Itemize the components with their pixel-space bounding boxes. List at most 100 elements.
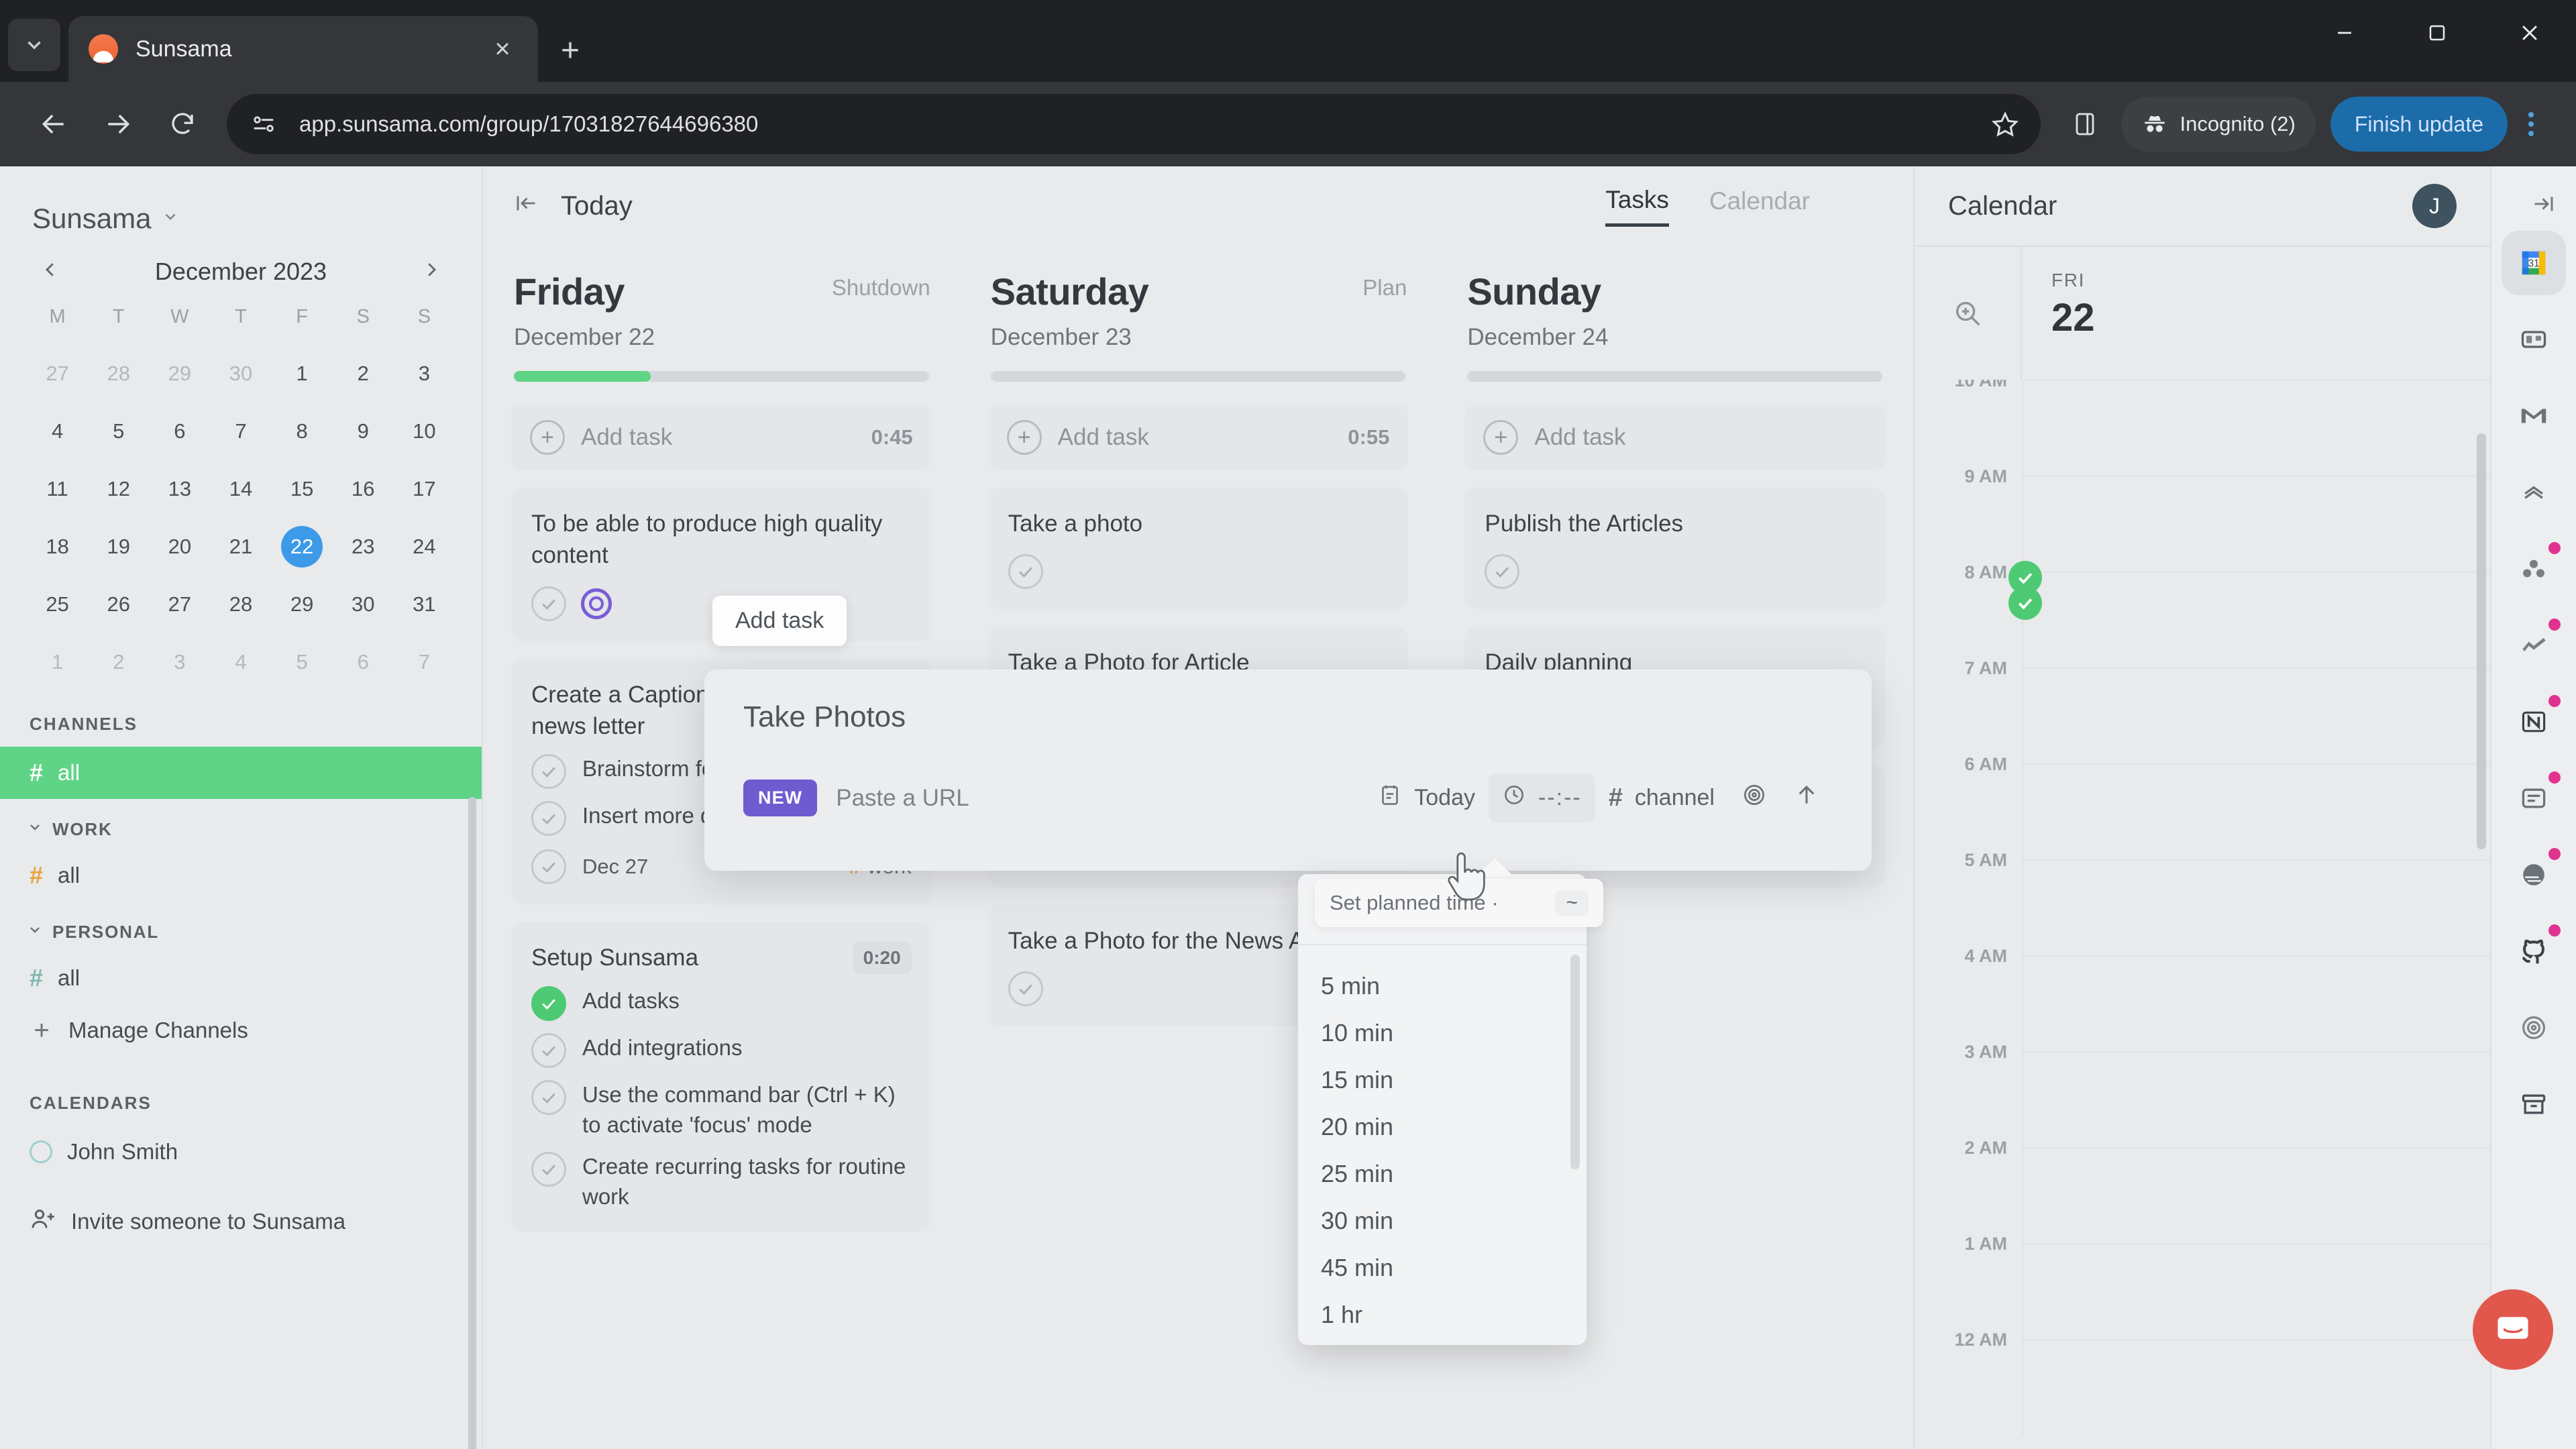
collapse-left-icon[interactable] [514, 191, 538, 221]
planned-time-option[interactable]: 30 min [1298, 1197, 1587, 1244]
popover-scrollbar[interactable] [1570, 955, 1580, 1169]
day-action-button[interactable]: Plan [1362, 246, 1407, 301]
mini-calendar-day[interactable]: 20 [149, 518, 210, 576]
maximize-icon[interactable] [2391, 0, 2483, 66]
task-card[interactable]: Setup Sunsama 0:20 Add tasks Add integratio… [511, 922, 932, 1232]
calendar-hour-row[interactable]: 7 AM [1915, 658, 2490, 763]
day-action-button[interactable]: Shutdown [832, 246, 930, 301]
planned-time-popover[interactable]: --:-- 5 min10 min15 min20 min25 min30 mi… [1298, 874, 1587, 1345]
calendar-hour-slot[interactable] [2022, 1243, 2490, 1339]
planned-time-option[interactable]: 15 min [1298, 1057, 1587, 1104]
mini-calendar-day[interactable]: 5 [88, 402, 149, 460]
mini-calendar-day[interactable]: 11 [27, 460, 88, 518]
calendar-hour-slot[interactable] [2022, 476, 2490, 572]
mini-calendar-day[interactable]: 16 [333, 460, 394, 518]
close-icon[interactable]: × [487, 36, 518, 62]
mini-calendar-day[interactable]: 21 [210, 518, 271, 576]
calendar-hour-slot[interactable] [2022, 859, 2490, 955]
calendar-hour-row[interactable]: 8 AM [1915, 562, 2490, 667]
planned-time-chip[interactable]: --:-- [1489, 773, 1595, 822]
mini-calendar-day[interactable]: 29 [149, 345, 210, 402]
asana-icon[interactable] [2502, 537, 2566, 601]
zoom-in-icon[interactable] [1915, 247, 2022, 380]
target-icon[interactable] [581, 588, 612, 619]
add-task-row[interactable]: + Add task 0:45 [511, 405, 932, 470]
trello-icon[interactable] [2502, 307, 2566, 372]
calendar-hour-row[interactable]: 1 AM [1915, 1234, 2490, 1339]
sidebar-item-all-channel[interactable]: # all [0, 747, 482, 799]
sidebar-item-calendar-john-smith[interactable]: John Smith [0, 1126, 482, 1178]
today-label[interactable]: Today [561, 191, 633, 221]
mini-calendar-day[interactable]: 13 [149, 460, 210, 518]
sidebar-item-personal-all[interactable]: # all [0, 952, 482, 1004]
calendar-hour-slot[interactable] [2022, 572, 2490, 667]
calendar-hour-row[interactable]: 3 AM [1915, 1042, 2490, 1147]
mini-calendar-day[interactable]: 2 [333, 345, 394, 402]
subtask-checkbox[interactable] [531, 1033, 566, 1068]
mini-calendar-day[interactable]: 31 [394, 576, 455, 633]
calendar-hour-slot[interactable] [2022, 1051, 2490, 1147]
mini-calendar-day[interactable]: 28 [88, 345, 149, 402]
mini-calendar-day[interactable]: 30 [210, 345, 271, 402]
archive-icon[interactable] [2502, 1072, 2566, 1136]
minimize-icon[interactable] [2298, 0, 2391, 66]
reload-icon[interactable] [150, 92, 215, 156]
calendar-hour-row[interactable]: 6 AM [1915, 754, 2490, 859]
mini-calendar-day[interactable]: 17 [394, 460, 455, 518]
clickup-icon[interactable] [2502, 613, 2566, 678]
planned-time-option[interactable]: 25 min [1298, 1150, 1587, 1197]
tab-tasks[interactable]: Tasks [1605, 186, 1669, 227]
mini-calendar-day[interactable]: 23 [333, 518, 394, 576]
task-checkbox[interactable] [1008, 554, 1043, 590]
mini-calendar-day[interactable]: 29 [272, 576, 333, 633]
calendar-hour-slot[interactable] [2022, 1339, 2490, 1435]
mini-calendar-day[interactable]: 18 [27, 518, 88, 576]
objective-button[interactable] [1728, 773, 1780, 823]
subtask-checkbox[interactable] [531, 986, 566, 1021]
intercom-chat-icon[interactable] [2473, 1289, 2553, 1370]
mini-calendar-day[interactable]: 19 [88, 518, 149, 576]
mini-calendar-day[interactable]: 3 [394, 345, 455, 402]
mini-calendar-day[interactable]: 24 [394, 518, 455, 576]
add-task-row[interactable]: + Add task [1464, 405, 1886, 470]
mini-calendar-day[interactable]: 7 [210, 402, 271, 460]
work-group-header[interactable]: WORK [0, 819, 482, 849]
mini-calendar-day[interactable]: 2 [88, 633, 149, 691]
google-calendar-icon[interactable]: 31 [2502, 231, 2566, 295]
calendar-hour-slot[interactable] [2022, 955, 2490, 1051]
mini-calendar-day[interactable]: 7 [394, 633, 455, 691]
subtask-checkbox[interactable] [531, 801, 566, 836]
add-task-row[interactable]: + Add task 0:55 [987, 405, 1409, 470]
prev-month-button[interactable] [35, 259, 66, 284]
mini-calendar-day[interactable]: 22 [272, 518, 333, 576]
calendar-hour-row[interactable]: 5 AM [1915, 850, 2490, 955]
calendar-hour-row[interactable]: 12 AM [1915, 1330, 2490, 1435]
calendar-event-check-icon[interactable] [2008, 586, 2042, 620]
task-card[interactable]: Take a photo [987, 488, 1409, 610]
mini-calendar-day[interactable]: 4 [27, 402, 88, 460]
mini-calendar-day[interactable]: 3 [149, 633, 210, 691]
mini-calendar-day[interactable]: 14 [210, 460, 271, 518]
mini-calendar-day[interactable]: 28 [210, 576, 271, 633]
task-checkbox[interactable] [531, 586, 566, 621]
mini-calendar-day[interactable]: 4 [210, 633, 271, 691]
planned-time-option[interactable]: 45 min [1298, 1244, 1587, 1291]
avatar[interactable]: J [2412, 184, 2457, 228]
target-icon[interactable] [2502, 996, 2566, 1060]
mini-calendar-day[interactable]: 6 [333, 633, 394, 691]
mini-calendar-day[interactable]: 6 [149, 402, 210, 460]
mini-calendar-day[interactable]: 12 [88, 460, 149, 518]
manage-channels-button[interactable]: + Manage Channels [0, 1004, 482, 1057]
notion-icon[interactable] [2502, 690, 2566, 754]
task-checkbox[interactable] [1008, 971, 1043, 1006]
channel-chip[interactable]: # channel [1595, 774, 1728, 822]
mini-calendar-day[interactable]: 26 [88, 576, 149, 633]
new-task-modal[interactable]: Take Photos NEW Paste a URL Today --:-- … [704, 669, 1872, 871]
subtask-checkbox[interactable] [531, 1152, 566, 1187]
expand-right-icon[interactable] [2532, 192, 2556, 222]
mini-calendar-day[interactable]: 9 [333, 402, 394, 460]
mini-calendar-day[interactable]: 15 [272, 460, 333, 518]
calendar-hour-row[interactable]: 4 AM [1915, 946, 2490, 1051]
sidebar-scrollbar[interactable] [468, 797, 476, 1449]
forward-icon[interactable] [86, 92, 150, 156]
